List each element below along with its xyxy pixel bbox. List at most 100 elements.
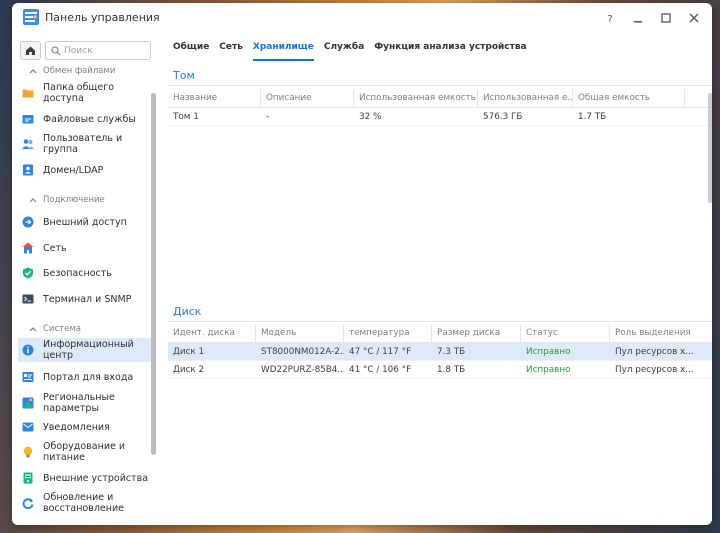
cell-disk-size: 1.8 ТБ — [437, 364, 466, 375]
section-header-connectivity[interactable]: Подключение — [29, 195, 105, 205]
column-header-used-capacity-percent[interactable]: Использованная емкость ... — [354, 89, 478, 107]
search-input[interactable] — [61, 45, 144, 56]
column-header-model[interactable]: Модель — [256, 324, 344, 342]
column-header-temperature[interactable]: температура — [344, 324, 432, 342]
cell-description: - — [266, 111, 270, 122]
cell-status: Исправно — [526, 346, 571, 357]
cell-allocation-role: Пул ресурсов х... — [615, 346, 694, 357]
cell-allocation-role: Пул ресурсов х... — [615, 364, 694, 375]
chevron-up-icon — [29, 198, 37, 203]
external-access-icon — [22, 216, 34, 228]
volume-section-divider — [168, 85, 712, 86]
column-header-disk-size[interactable]: Размер диска — [432, 324, 521, 342]
section-header-system[interactable]: Система — [29, 324, 81, 334]
sidebar-item-notifications[interactable]: Уведомления — [18, 419, 151, 435]
search-box — [45, 41, 151, 60]
table-row[interactable]: Том 1 - 32 % 576.3 ГБ 1.7 ТБ — [168, 108, 712, 126]
tab-service[interactable]: Служба — [319, 33, 369, 61]
control-panel-app-icon — [23, 9, 39, 25]
volume-section-title: Том — [173, 69, 195, 82]
cell-used-capacity: 576.3 ГБ — [483, 111, 523, 122]
column-header-total-capacity[interactable]: Общая емкость — [573, 89, 685, 107]
sidebar-item-domain-ldap[interactable]: Домен/LDAP — [18, 162, 151, 178]
sidebar-item-external-devices[interactable]: Внешние устройства — [18, 470, 151, 486]
sidebar-item-update-restore[interactable]: Обновление и восстановление — [18, 491, 151, 515]
domain-icon — [22, 164, 34, 176]
cell-disk-id: Диск 1 — [173, 346, 205, 357]
sidebar-item-shared-folder[interactable]: Папка общего доступа — [18, 82, 151, 104]
sidebar-item-users-groups[interactable]: Пользователь и группа — [18, 133, 151, 155]
external-devices-icon — [22, 472, 34, 484]
table-row[interactable]: Диск 2 WD22PURZ-85B4... 41 °C / 106 °F 1… — [168, 361, 712, 379]
control-panel-window: Панель управления ? Обме — [12, 3, 712, 525]
help-button[interactable]: ? — [602, 10, 618, 26]
info-icon — [22, 344, 34, 356]
sidebar-item-login-portal[interactable]: Портал для входа — [18, 369, 151, 385]
file-services-icon — [22, 113, 34, 125]
notification-icon — [22, 421, 34, 433]
cell-used-percent: 32 % — [359, 111, 382, 122]
column-header-allocation-role[interactable]: Роль выделения — [610, 324, 712, 342]
sidebar-item-network[interactable]: Сеть — [18, 240, 151, 256]
minimize-button[interactable] — [630, 10, 646, 26]
volume-table-header: Название Описание Использованная емкость… — [168, 89, 712, 108]
tab-general[interactable]: Общие — [168, 33, 214, 61]
column-header-name[interactable]: Название — [168, 89, 261, 107]
cell-name: Том 1 — [173, 111, 199, 122]
svg-text:?: ? — [607, 14, 612, 23]
window-title: Панель управления — [45, 11, 160, 24]
disk-table-header: Идент. диска Модель температура Размер д… — [168, 324, 712, 343]
sidebar-item-security[interactable]: Безопасность — [18, 265, 151, 281]
column-header-description[interactable]: Описание — [261, 89, 354, 107]
tab-bar: Общие Сеть Хранилище Служба Функция анал… — [168, 33, 712, 61]
sidebar-item-regional-options[interactable]: Региональные параметры — [18, 391, 151, 415]
sidebar-scrollbar[interactable] — [151, 93, 156, 455]
cell-total-capacity: 1.7 ТБ — [578, 111, 607, 122]
column-header-used-capacity[interactable]: Использованная е... — [478, 89, 573, 107]
help-icon: ? — [607, 14, 612, 23]
sidebar-item-terminal-snmp[interactable]: Терминал и SNMP — [18, 291, 151, 307]
chevron-up-icon — [29, 69, 37, 74]
close-button[interactable] — [686, 10, 702, 26]
home-icon — [26, 46, 35, 55]
maximize-icon — [661, 13, 671, 23]
search-icon — [51, 45, 61, 55]
update-icon — [22, 497, 34, 509]
table-row[interactable]: Диск 1 ST8000NM012A-2... 47 °C / 117 °F … — [168, 343, 712, 361]
chevron-up-icon — [29, 327, 37, 332]
cell-temperature: 47 °C / 117 °F — [349, 346, 412, 357]
cell-model: ST8000NM012A-2... — [261, 346, 344, 357]
users-icon — [22, 138, 34, 150]
cell-disk-id: Диск 2 — [173, 364, 205, 375]
tab-storage[interactable]: Хранилище — [248, 33, 319, 61]
sidebar-item-external-access[interactable]: Внешний доступ — [18, 214, 151, 230]
sidebar-item-file-services[interactable]: Файловые службы — [18, 111, 151, 127]
cell-temperature: 41 °C / 106 °F — [349, 364, 412, 375]
column-header-status[interactable]: Статус — [521, 324, 610, 342]
cell-disk-size: 7.3 ТБ — [437, 346, 466, 357]
sidebar-item-hardware-power[interactable]: Оборудование и питание — [18, 440, 151, 464]
tab-network[interactable]: Сеть — [214, 33, 248, 61]
column-header-disk-id[interactable]: Идент. диска — [168, 324, 256, 342]
volume-table: Название Описание Использованная емкость… — [168, 89, 712, 126]
terminal-icon — [22, 293, 34, 305]
close-icon — [689, 13, 699, 23]
sidebar: Обмен файлами Папка общего доступа Файло… — [12, 33, 158, 525]
bulb-icon — [22, 446, 34, 458]
window-controls: ? — [602, 10, 702, 26]
network-icon — [22, 242, 34, 254]
section-header-file-sharing[interactable]: Обмен файлами — [29, 66, 115, 76]
regional-icon — [22, 397, 34, 409]
portal-icon — [22, 371, 34, 383]
sidebar-item-info-center[interactable]: Информационный центр — [18, 338, 151, 362]
minimize-icon — [634, 21, 642, 23]
tab-device-analysis[interactable]: Функция анализа устройства — [369, 33, 531, 61]
cell-model: WD22PURZ-85B4... — [261, 364, 344, 375]
maximize-button[interactable] — [658, 10, 674, 26]
disk-table: Идент. диска Модель температура Размер д… — [168, 324, 712, 379]
home-button[interactable] — [20, 41, 41, 60]
cell-status: Исправно — [526, 364, 571, 375]
content-scrollbar[interactable] — [708, 93, 712, 203]
disk-section-divider — [168, 321, 712, 322]
folder-icon — [22, 87, 34, 99]
